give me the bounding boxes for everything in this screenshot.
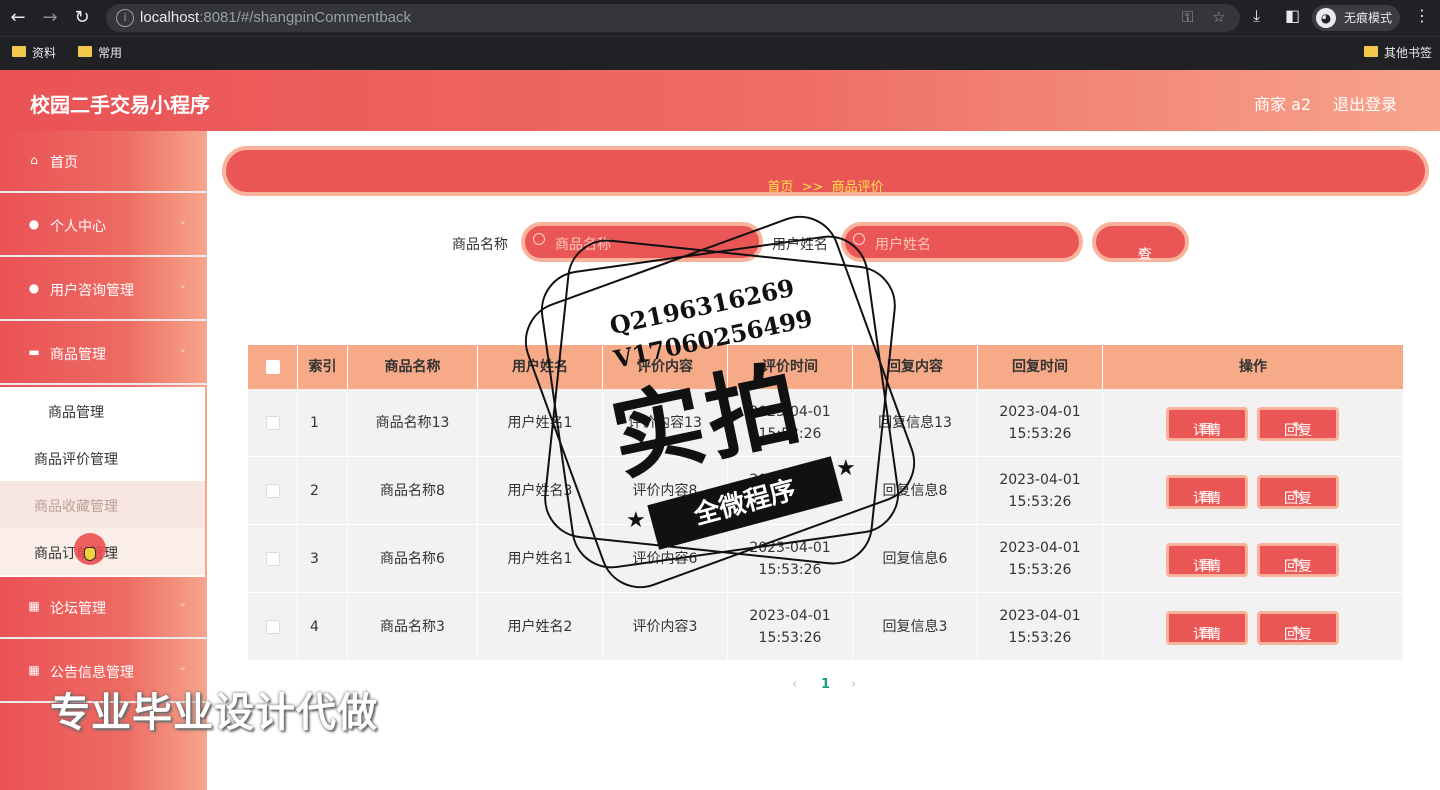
breadcrumb-home[interactable]: 首页 xyxy=(767,176,793,195)
app-header: 校园二手交易小程序 商家 a2 退出登录 xyxy=(0,70,1440,131)
col-product: 商品名称 xyxy=(348,345,478,389)
submenu-item-comments[interactable]: 商品评价管理 xyxy=(0,434,205,481)
address-bar[interactable]: i localhost:8081/#/shangpinCommentback ⚿… xyxy=(106,4,1240,32)
reply-button[interactable]: ✎ 回复 xyxy=(1257,407,1339,441)
logout-link[interactable]: 退出登录 xyxy=(1333,91,1397,115)
hand-cursor-icon xyxy=(84,547,96,561)
search-icon xyxy=(533,233,545,245)
table-row: 1 商品名称13 用户姓名1 评价内容13 2023-04-01 15:53:2… xyxy=(248,389,1403,457)
briefcase-icon: ▬ xyxy=(28,345,40,359)
table-row: 2 商品名称8 用户姓名3 评价内容8 2023-04-01 15:53:26 … xyxy=(248,457,1403,525)
download-icon[interactable]: ⤓ xyxy=(1253,6,1260,26)
next-page-button[interactable]: › xyxy=(851,677,856,692)
star-icon[interactable]: ☆ xyxy=(1212,8,1225,26)
user-icon: ● xyxy=(28,217,40,231)
detail-button[interactable]: ▤ 详情 xyxy=(1166,407,1248,441)
user-name-input[interactable]: 用户姓名 xyxy=(841,222,1083,262)
breadcrumb-current: 商品评价 xyxy=(831,180,884,195)
user-label[interactable]: 商家 a2 xyxy=(1254,91,1311,115)
search-icon xyxy=(853,233,865,245)
prev-page-button[interactable]: ‹ xyxy=(792,677,797,692)
url-text: localhost:8081/#/shangpinCommentback xyxy=(140,9,412,26)
bookmark-folder[interactable]: 资料 xyxy=(12,44,56,61)
back-icon[interactable]: ← xyxy=(6,6,30,30)
detail-button[interactable]: ▤ 详情 xyxy=(1166,543,1248,577)
chevron-down-icon: ⌄ xyxy=(178,596,188,609)
reload-icon[interactable]: ↻ xyxy=(70,6,94,30)
folder-icon xyxy=(78,46,92,57)
detail-button[interactable]: ▤ 详情 xyxy=(1166,611,1248,645)
col-reply: 回复内容 xyxy=(853,345,978,389)
other-bookmarks[interactable]: 其他书签 xyxy=(1364,44,1432,61)
col-reply-time: 回复时间 xyxy=(978,345,1103,389)
folder-icon xyxy=(12,46,26,57)
bookmark-folder[interactable]: 常用 xyxy=(78,44,122,61)
forward-icon[interactable]: → xyxy=(38,6,62,30)
product-name-input[interactable]: 商品名称 xyxy=(521,222,763,262)
menu-icon[interactable]: ⋮ xyxy=(1414,6,1430,25)
table-header: 索引 商品名称 用户姓名 评价内容 评价时间 回复内容 回复时间 操作 xyxy=(248,345,1403,389)
sidebar-item-consult[interactable]: ● 用户咨询管理 ⌄ xyxy=(0,259,207,321)
site-info-icon[interactable]: i xyxy=(116,9,134,27)
col-time: 评价时间 xyxy=(728,345,853,389)
select-all-checkbox[interactable] xyxy=(265,360,280,374)
sidebar-item-forum[interactable]: ▦ 论坛管理 ⌄ xyxy=(0,577,207,639)
select-all-cell xyxy=(248,345,298,389)
user-name-label: 用户姓名 xyxy=(772,237,828,253)
reply-button[interactable]: ✎ 回复 xyxy=(1257,611,1339,645)
page-number[interactable]: 1 xyxy=(821,677,830,692)
reply-button[interactable]: ✎ 回复 xyxy=(1257,475,1339,509)
row-checkbox[interactable] xyxy=(265,552,280,566)
mouse-cursor xyxy=(74,533,106,565)
table-row: 4 商品名称3 用户姓名2 评价内容3 2023-04-01 15:53:26 … xyxy=(248,593,1403,661)
chevron-down-icon: ⌄ xyxy=(178,342,188,355)
incognito-badge[interactable]: ◕ 无痕模式 xyxy=(1312,5,1401,31)
reply-button[interactable]: ✎ 回复 xyxy=(1257,543,1339,577)
app-title: 校园二手交易小程序 xyxy=(30,93,210,117)
query-button[interactable]: 查询 ⌕ xyxy=(1092,222,1189,283)
row-checkbox[interactable] xyxy=(265,620,280,634)
grid-icon: ▦ xyxy=(28,663,40,677)
chevron-down-icon: ⌄ xyxy=(178,278,188,291)
folder-icon xyxy=(1364,46,1378,57)
product-name-label: 商品名称 xyxy=(452,237,508,253)
col-index: 索引 xyxy=(298,345,348,389)
incognito-icon: ◕ xyxy=(1316,8,1336,28)
grid-icon: ▦ xyxy=(28,599,40,613)
submenu-item-products[interactable]: 商品管理 xyxy=(0,387,205,434)
detail-button[interactable]: ▤ 详情 xyxy=(1166,475,1248,509)
col-actions: 操作 xyxy=(1239,359,1267,375)
watermark-caption: 专业毕业设计代做 xyxy=(50,690,378,736)
breadcrumb-separator: >> xyxy=(801,180,824,195)
row-checkbox[interactable] xyxy=(265,416,280,430)
sidebar-item-products[interactable]: ▬ 商品管理 ⌄ xyxy=(0,323,207,385)
sidebar-item-home[interactable]: ⌂ 首页 xyxy=(0,131,207,193)
chevron-down-icon: ⌄ xyxy=(178,214,188,227)
row-checkbox[interactable] xyxy=(265,484,280,498)
sidepanel-icon[interactable]: ◧ xyxy=(1285,6,1300,25)
table-row: 3 商品名称6 用户姓名1 评价内容6 2023-04-01 15:53:26 … xyxy=(248,525,1403,593)
user-icon: ● xyxy=(28,281,40,295)
search-icon: ⌕ xyxy=(1138,244,1146,260)
chevron-down-icon: ⌄ xyxy=(178,660,188,673)
home-icon: ⌂ xyxy=(30,153,38,167)
col-content: 评价内容 xyxy=(603,345,728,389)
breadcrumb: 首页 >> 商品评价 xyxy=(222,146,1429,196)
submenu-item-favorites[interactable]: 商品收藏管理 xyxy=(0,481,205,528)
browser-toolbar: ← → ↻ i localhost:8081/#/shangpinComment… xyxy=(0,0,1440,36)
sidebar-item-profile[interactable]: ● 个人中心 ⌄ xyxy=(0,195,207,257)
col-user: 用户姓名 xyxy=(478,345,603,389)
bookmarks-bar: 资料 常用 其他书签 xyxy=(0,36,1440,70)
key-icon[interactable]: ⚿ xyxy=(1182,8,1193,26)
